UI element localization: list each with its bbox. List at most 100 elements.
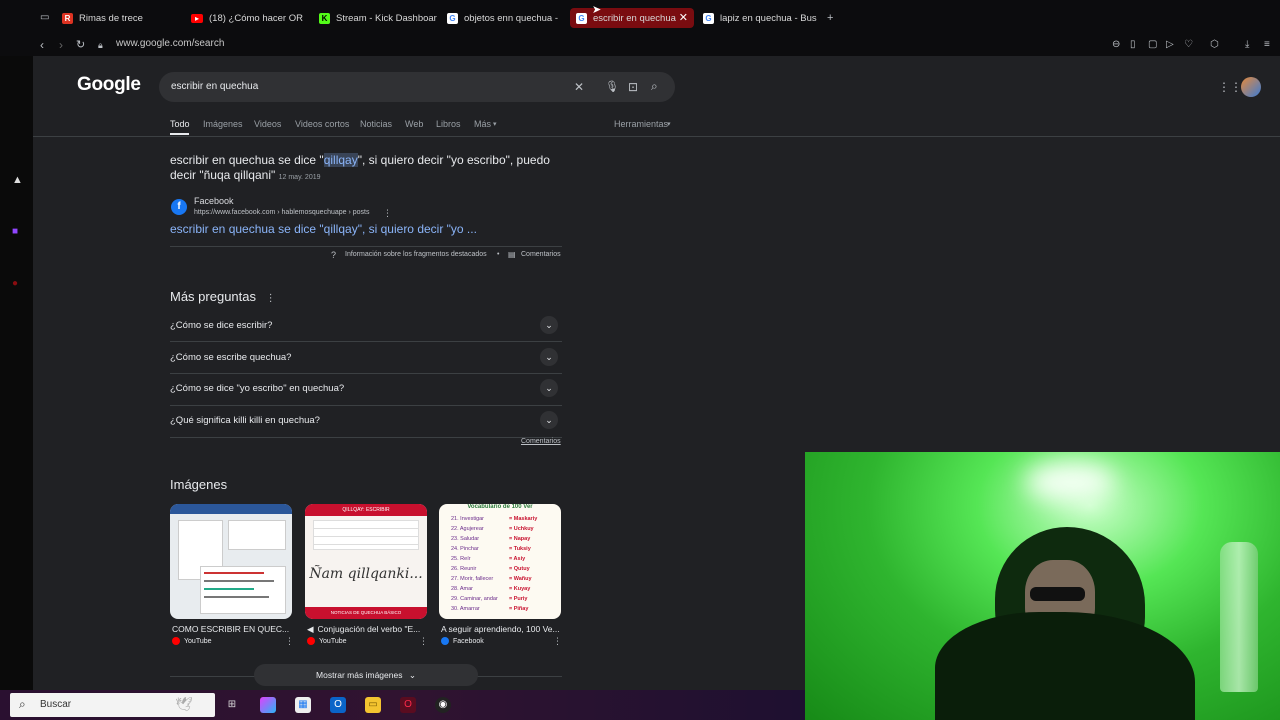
reload-icon[interactable]: ↻ bbox=[76, 39, 85, 51]
clear-icon[interactable]: ✕ bbox=[574, 81, 584, 93]
tab-web[interactable]: Web bbox=[405, 119, 423, 129]
google-logo[interactable]: Google bbox=[77, 74, 141, 96]
divider bbox=[170, 246, 562, 247]
tab-libros[interactable]: Libros bbox=[436, 119, 461, 129]
tab-youtube[interactable]: ▸ (18) ¿Cómo hacer ORACI bbox=[191, 8, 303, 28]
vocab-quechua: = Maskariy bbox=[509, 516, 538, 522]
avatar[interactable] bbox=[1241, 77, 1261, 97]
back-icon[interactable]: ‹ bbox=[40, 39, 44, 51]
about-snippets-link[interactable]: Información sobre los fragmentos destaca… bbox=[345, 251, 487, 258]
thumb-footer: NOTICIAS DE QUECHUA BÁSICO bbox=[305, 607, 427, 619]
image-thumbnail[interactable] bbox=[170, 504, 292, 619]
image-source[interactable]: YouTube bbox=[307, 637, 347, 645]
bookmark-icon[interactable]: ▯ bbox=[1130, 39, 1136, 51]
search-icon[interactable]: ⌕ bbox=[651, 80, 658, 92]
info-icon[interactable]: ? bbox=[331, 250, 336, 260]
paa-question[interactable]: ¿Cómo se escribe quechua? bbox=[170, 352, 291, 363]
speaker-icon: ◀︎ bbox=[307, 624, 314, 634]
store-icon[interactable]: ▦ bbox=[295, 697, 311, 713]
sidebar-red-icon[interactable]: ● bbox=[12, 278, 18, 290]
play-icon[interactable]: ▷ bbox=[1166, 39, 1174, 51]
image-menu-icon[interactable]: ⋮ bbox=[553, 636, 562, 647]
download-icon[interactable]: ⤓ bbox=[1245, 39, 1249, 51]
image-caption[interactable]: COMO ESCRIBIR EN QUEC... bbox=[172, 624, 294, 634]
images-heading: Imágenes bbox=[170, 477, 228, 492]
paa-question[interactable]: ¿Qué significa killi killi en quechua? bbox=[170, 415, 320, 426]
comments-link[interactable]: Comentarios bbox=[521, 251, 561, 258]
source-menu-icon[interactable]: ⋮ bbox=[383, 208, 392, 219]
expand-chevron-icon[interactable]: ⌄ bbox=[540, 316, 558, 334]
source-name[interactable]: Facebook bbox=[194, 196, 234, 206]
screenshot-icon[interactable]: ▢ bbox=[1148, 39, 1157, 51]
close-tab-icon[interactable]: ✕ bbox=[679, 11, 688, 24]
obs-icon[interactable]: ◉ bbox=[435, 697, 451, 713]
sidebar-twitch-icon[interactable]: ■ bbox=[12, 226, 18, 238]
expand-chevron-icon[interactable]: ⌄ bbox=[540, 411, 558, 429]
facebook-favicon-icon[interactable]: f bbox=[171, 199, 187, 215]
forward-icon[interactable]: › bbox=[59, 39, 63, 51]
image-caption[interactable]: ◀︎ Conjugación del verbo "E... bbox=[307, 624, 429, 635]
zoom-icon[interactable]: ⊖ bbox=[1112, 39, 1120, 51]
tab-objetos[interactable]: G objetos enn quechua - B bbox=[447, 8, 560, 28]
tab-imagenes[interactable]: Imágenes bbox=[203, 119, 243, 129]
tab-todo[interactable]: Todo bbox=[170, 119, 190, 129]
file-explorer-icon[interactable]: ▭ bbox=[365, 697, 381, 713]
image-caption[interactable]: A seguir aprendiendo, 100 Ve... bbox=[441, 624, 563, 634]
taskbar-search[interactable]: ⌕ Buscar 🕊︎ bbox=[10, 693, 215, 717]
kick-favicon-icon: K bbox=[319, 12, 330, 24]
image-source[interactable]: YouTube bbox=[172, 637, 212, 645]
paa-comments-link[interactable]: Comentarios bbox=[521, 438, 561, 445]
search-input[interactable]: escribir en quechua bbox=[171, 81, 258, 92]
heart-icon[interactable]: ♡ bbox=[1184, 39, 1193, 51]
image-source[interactable]: Facebook bbox=[441, 637, 484, 645]
webcam-ceiling-light bbox=[1025, 462, 1115, 502]
image-menu-icon[interactable]: ⋮ bbox=[285, 636, 294, 647]
paa-question[interactable]: ¿Cómo se dice escribir? bbox=[170, 320, 272, 331]
comments-icon[interactable]: ▤ bbox=[508, 250, 516, 259]
browser-tabbar: ▭ R Rimas de trece ▸ (18) ¿Cómo hacer OR… bbox=[0, 0, 1280, 34]
featured-result-link[interactable]: escribir en quechua se dice "qillqay", s… bbox=[170, 222, 477, 236]
youtube-favicon-icon: ▸ bbox=[191, 13, 203, 23]
apps-grid-icon[interactable]: ⋮⋮ bbox=[1218, 81, 1242, 93]
vocab-quechua: = Puriy bbox=[509, 596, 528, 602]
task-view-icon[interactable]: ⊞ bbox=[224, 697, 240, 713]
opera-gx-icon[interactable]: O bbox=[400, 697, 416, 713]
show-more-images-button[interactable]: Mostrar más imágenes ⌄ bbox=[254, 664, 478, 686]
tab-overview-icon[interactable]: ▭ bbox=[40, 12, 49, 24]
outlook-icon[interactable]: O bbox=[330, 697, 346, 713]
url-field[interactable]: www.google.com/search bbox=[116, 38, 224, 49]
search-box[interactable]: escribir en quechua ✕ 🎙︎ ⊡ ⌕ bbox=[159, 72, 675, 102]
expand-chevron-icon[interactable]: ⌄ bbox=[540, 348, 558, 366]
source-url[interactable]: https://www.facebook.com › hablemosquech… bbox=[194, 209, 369, 216]
vocab-row: 24. Pinchar = Tuksiy bbox=[451, 544, 557, 554]
paa-question[interactable]: ¿Cómo se dice "yo escribo" en quechua? bbox=[170, 383, 344, 394]
image-thumbnail[interactable]: Vocabulario de 100 Ver 21. Investigar = M… bbox=[439, 504, 561, 619]
vocab-spanish: 22. Agujerear bbox=[451, 526, 484, 532]
tab-videos[interactable]: Videos bbox=[254, 119, 281, 129]
paa-menu-icon[interactable]: ⋮ bbox=[266, 293, 276, 304]
webcam-bottle bbox=[1220, 542, 1258, 692]
image-menu-icon[interactable]: ⋮ bbox=[419, 636, 428, 647]
menu-icon[interactable]: ≡ bbox=[1264, 39, 1270, 51]
vocab-quechua: = Qutuy bbox=[509, 566, 530, 572]
tab-escribir-active[interactable]: G escribir en quechua ✕ bbox=[570, 8, 694, 28]
expand-chevron-icon[interactable]: ⌄ bbox=[540, 379, 558, 397]
vocab-spanish: 25. Reír bbox=[451, 556, 471, 562]
tab-noticias[interactable]: Noticias bbox=[360, 119, 392, 129]
extensions-icon[interactable]: ⬡ bbox=[1210, 39, 1219, 51]
tab-rimas[interactable]: R Rimas de trece bbox=[62, 8, 180, 28]
image-thumbnail[interactable]: QILLQAY: ESCRIBIR Ñam qillqanki... NOTIC… bbox=[305, 504, 427, 619]
new-tab-icon[interactable]: + bbox=[827, 12, 833, 24]
tab-mas[interactable]: Más bbox=[474, 119, 491, 129]
tab-kick[interactable]: K Stream - Kick Dashboard bbox=[319, 8, 437, 28]
tab-videos-cortos[interactable]: Videos cortos bbox=[295, 119, 349, 129]
mic-icon[interactable]: 🎙︎ bbox=[605, 81, 619, 93]
tools-button[interactable]: Herramientas bbox=[614, 119, 668, 129]
vocab-spanish: 21. Investigar bbox=[451, 516, 485, 522]
sidebar-aria-icon[interactable]: ▲ bbox=[12, 174, 23, 186]
vocab-quechua: = Kuyay bbox=[509, 586, 531, 592]
lens-icon[interactable]: ⊡ bbox=[628, 81, 638, 93]
tab-lapiz[interactable]: G lapiz en quechua - Busca bbox=[703, 8, 817, 28]
youtube-icon bbox=[172, 637, 180, 645]
copilot-icon[interactable] bbox=[260, 697, 276, 713]
